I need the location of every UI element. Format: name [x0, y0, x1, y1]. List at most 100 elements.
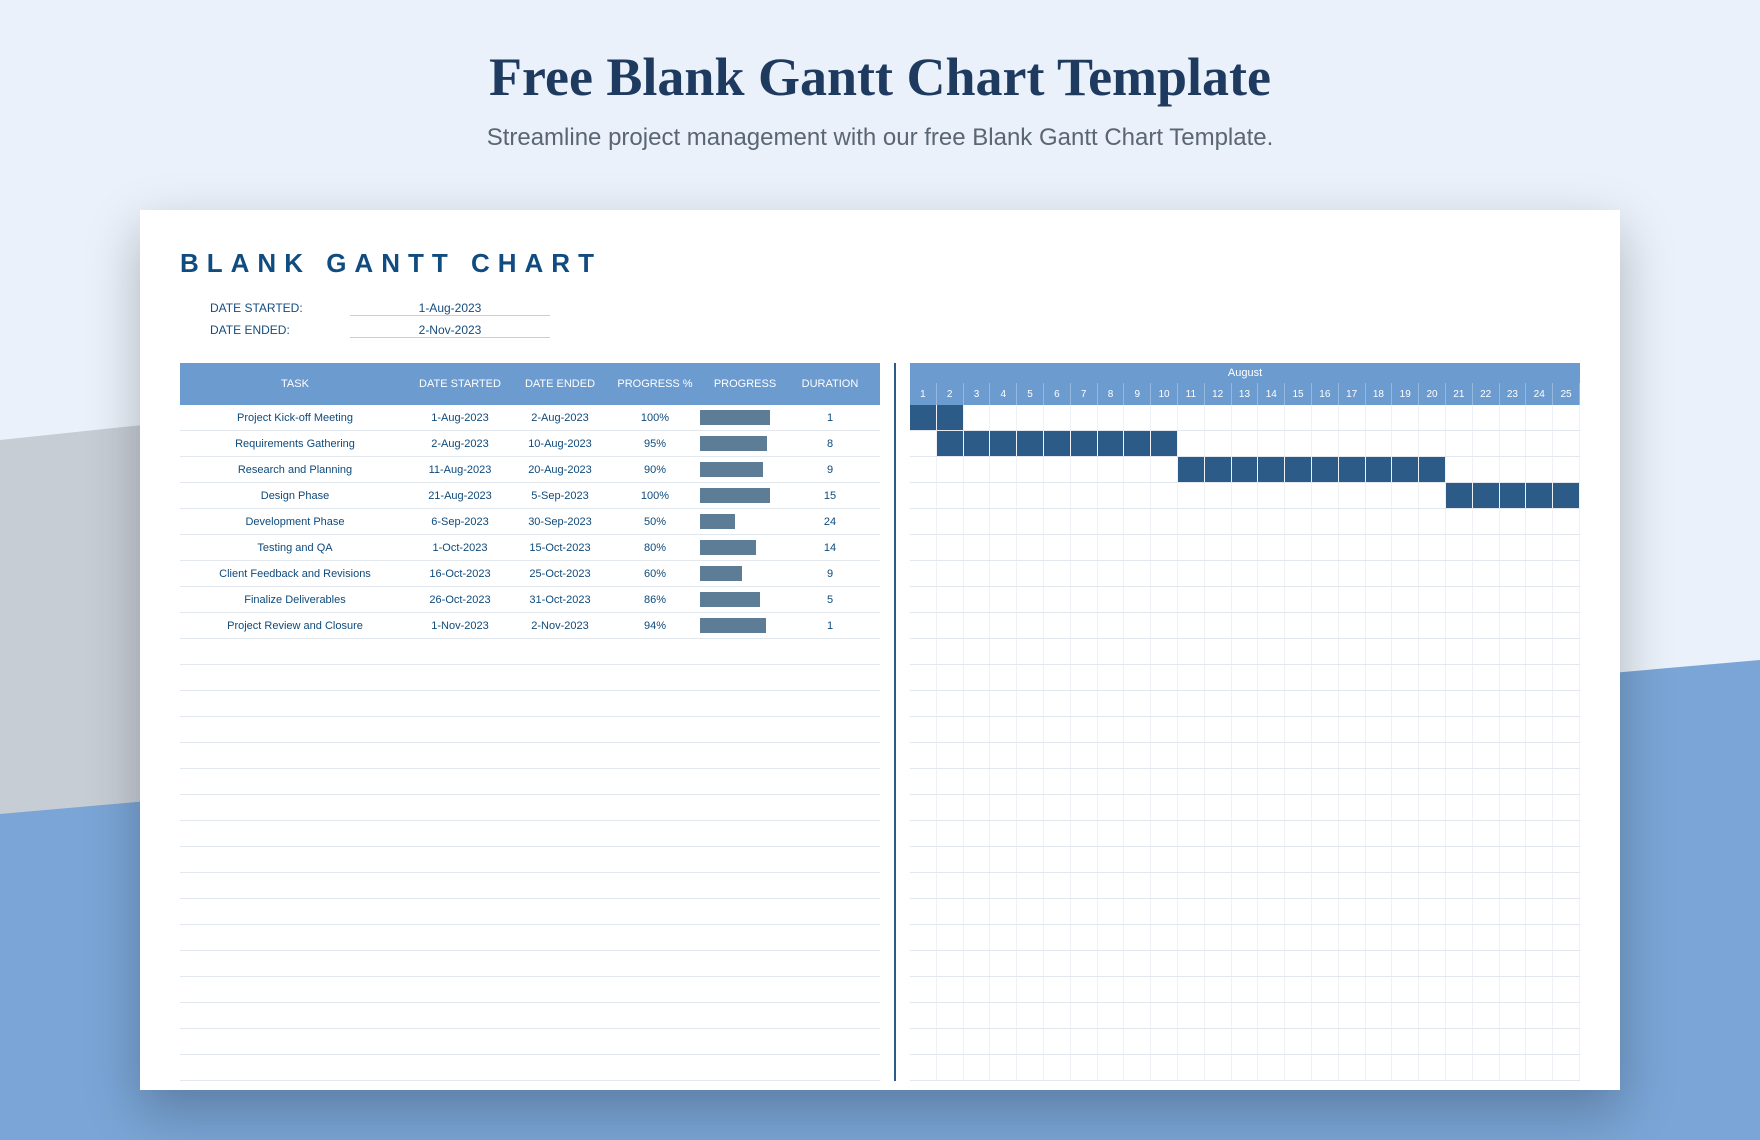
- gantt-cell: [1312, 1003, 1339, 1028]
- gantt-cell: [1392, 743, 1419, 768]
- table-header: TASK DATE STARTED DATE ENDED PROGRESS % …: [180, 363, 880, 405]
- gantt-cell: [1419, 431, 1446, 456]
- gantt-cell: [1500, 509, 1527, 534]
- gantt-cell: [1339, 639, 1366, 664]
- gantt-cell: [1098, 639, 1125, 664]
- gantt-cell: [1312, 561, 1339, 586]
- gantt-cell: [1419, 899, 1446, 924]
- gantt-cell: [1098, 743, 1125, 768]
- gantt-cell: [1044, 665, 1071, 690]
- gantt-cell: [964, 977, 991, 1002]
- gantt-cell: [910, 873, 937, 898]
- gantt-day: 14: [1258, 383, 1285, 405]
- table-row-empty: [180, 1029, 880, 1055]
- gantt-cell: [1098, 535, 1125, 560]
- gantt-row: [910, 951, 1580, 977]
- gantt-cell: [937, 613, 964, 638]
- gantt-cell: [1071, 1029, 1098, 1054]
- gantt-cell: [1258, 925, 1285, 950]
- gantt-cell: [1044, 977, 1071, 1002]
- gantt-cell: [1098, 509, 1125, 534]
- gantt-cell: [937, 561, 964, 586]
- gantt-cell: [1553, 1003, 1580, 1028]
- gantt-day: 4: [990, 383, 1017, 405]
- gantt-cell: [1419, 457, 1446, 482]
- gantt-cell: [1124, 1029, 1151, 1054]
- gantt-cell: [1205, 769, 1232, 794]
- gantt-cell: [1178, 925, 1205, 950]
- gantt-cell: [1017, 795, 1044, 820]
- cell-date-started: 1-Oct-2023: [410, 542, 510, 554]
- gantt-cell: [910, 951, 937, 976]
- gantt-cell: [910, 795, 937, 820]
- gantt-day: 21: [1446, 383, 1473, 405]
- gantt-cell: [1526, 665, 1553, 690]
- cell-date-started: 1-Aug-2023: [410, 412, 510, 424]
- gantt-cell: [910, 899, 937, 924]
- gantt-cell: [910, 561, 937, 586]
- gantt-cell: [910, 535, 937, 560]
- gantt-cell: [1151, 769, 1178, 794]
- gantt-cell: [1526, 587, 1553, 612]
- gantt-cell: [937, 899, 964, 924]
- gantt-cell: [1285, 1029, 1312, 1054]
- gantt-cell: [1500, 821, 1527, 846]
- gantt-cell: [1312, 1055, 1339, 1080]
- gantt-cell: [1312, 717, 1339, 742]
- gantt-cell: [1553, 795, 1580, 820]
- gantt-cell: [1178, 977, 1205, 1002]
- gantt-cell: [1017, 431, 1044, 456]
- gantt-cell: [1232, 873, 1259, 898]
- gantt-cell: [1258, 509, 1285, 534]
- gantt-cell: [1419, 821, 1446, 846]
- gantt-cell: [1446, 1003, 1473, 1028]
- gantt-cell: [990, 821, 1017, 846]
- table-row-empty: [180, 977, 880, 1003]
- gantt-cell: [1205, 613, 1232, 638]
- gantt-cell: [1339, 977, 1366, 1002]
- gantt-cell: [1473, 951, 1500, 976]
- gantt-day: 23: [1500, 383, 1527, 405]
- gantt-cell: [1553, 873, 1580, 898]
- cell-date-started: 26-Oct-2023: [410, 594, 510, 606]
- cell-progress-pct: 80%: [610, 542, 700, 554]
- gantt-cell: [1044, 1003, 1071, 1028]
- gantt-cell: [1044, 639, 1071, 664]
- gantt-day: 18: [1366, 383, 1393, 405]
- gantt-cell: [1178, 639, 1205, 664]
- gantt-cell: [1473, 405, 1500, 430]
- gantt-cell: [1232, 717, 1259, 742]
- gantt-cell: [1098, 561, 1125, 586]
- gantt-row: [910, 1055, 1580, 1081]
- gantt-cell: [1526, 535, 1553, 560]
- gantt-cell: [1446, 665, 1473, 690]
- gantt-cell: [1178, 483, 1205, 508]
- gantt-cell: [1178, 431, 1205, 456]
- gantt-cell: [1392, 483, 1419, 508]
- gantt-cell: [1098, 431, 1125, 456]
- gantt-cell: [1071, 691, 1098, 716]
- gantt-cell: [1339, 925, 1366, 950]
- table-row: Development Phase6-Sep-202330-Sep-202350…: [180, 509, 880, 535]
- gantt-cell: [1205, 431, 1232, 456]
- gantt-cell: [1017, 743, 1044, 768]
- gantt-cell: [1124, 691, 1151, 716]
- gantt-cell: [1017, 769, 1044, 794]
- doc-title: BLANK GANTT CHART: [180, 248, 1580, 279]
- gantt-cell: [1419, 743, 1446, 768]
- gantt-cell: [990, 561, 1017, 586]
- gantt-cell: [1205, 639, 1232, 664]
- date-started-value: 1-Aug-2023: [350, 301, 550, 316]
- gantt-cell: [1446, 925, 1473, 950]
- gantt-cell: [1366, 639, 1393, 664]
- gantt-cell: [1500, 717, 1527, 742]
- gantt-cell: [1500, 899, 1527, 924]
- gantt-cell: [1392, 1055, 1419, 1080]
- gantt-cell: [1500, 639, 1527, 664]
- table-row-empty: [180, 873, 880, 899]
- gantt-cell: [1285, 977, 1312, 1002]
- gantt-cell: [1098, 457, 1125, 482]
- gantt-cell: [1044, 613, 1071, 638]
- gantt-cell: [1232, 1055, 1259, 1080]
- gantt-cell: [990, 405, 1017, 430]
